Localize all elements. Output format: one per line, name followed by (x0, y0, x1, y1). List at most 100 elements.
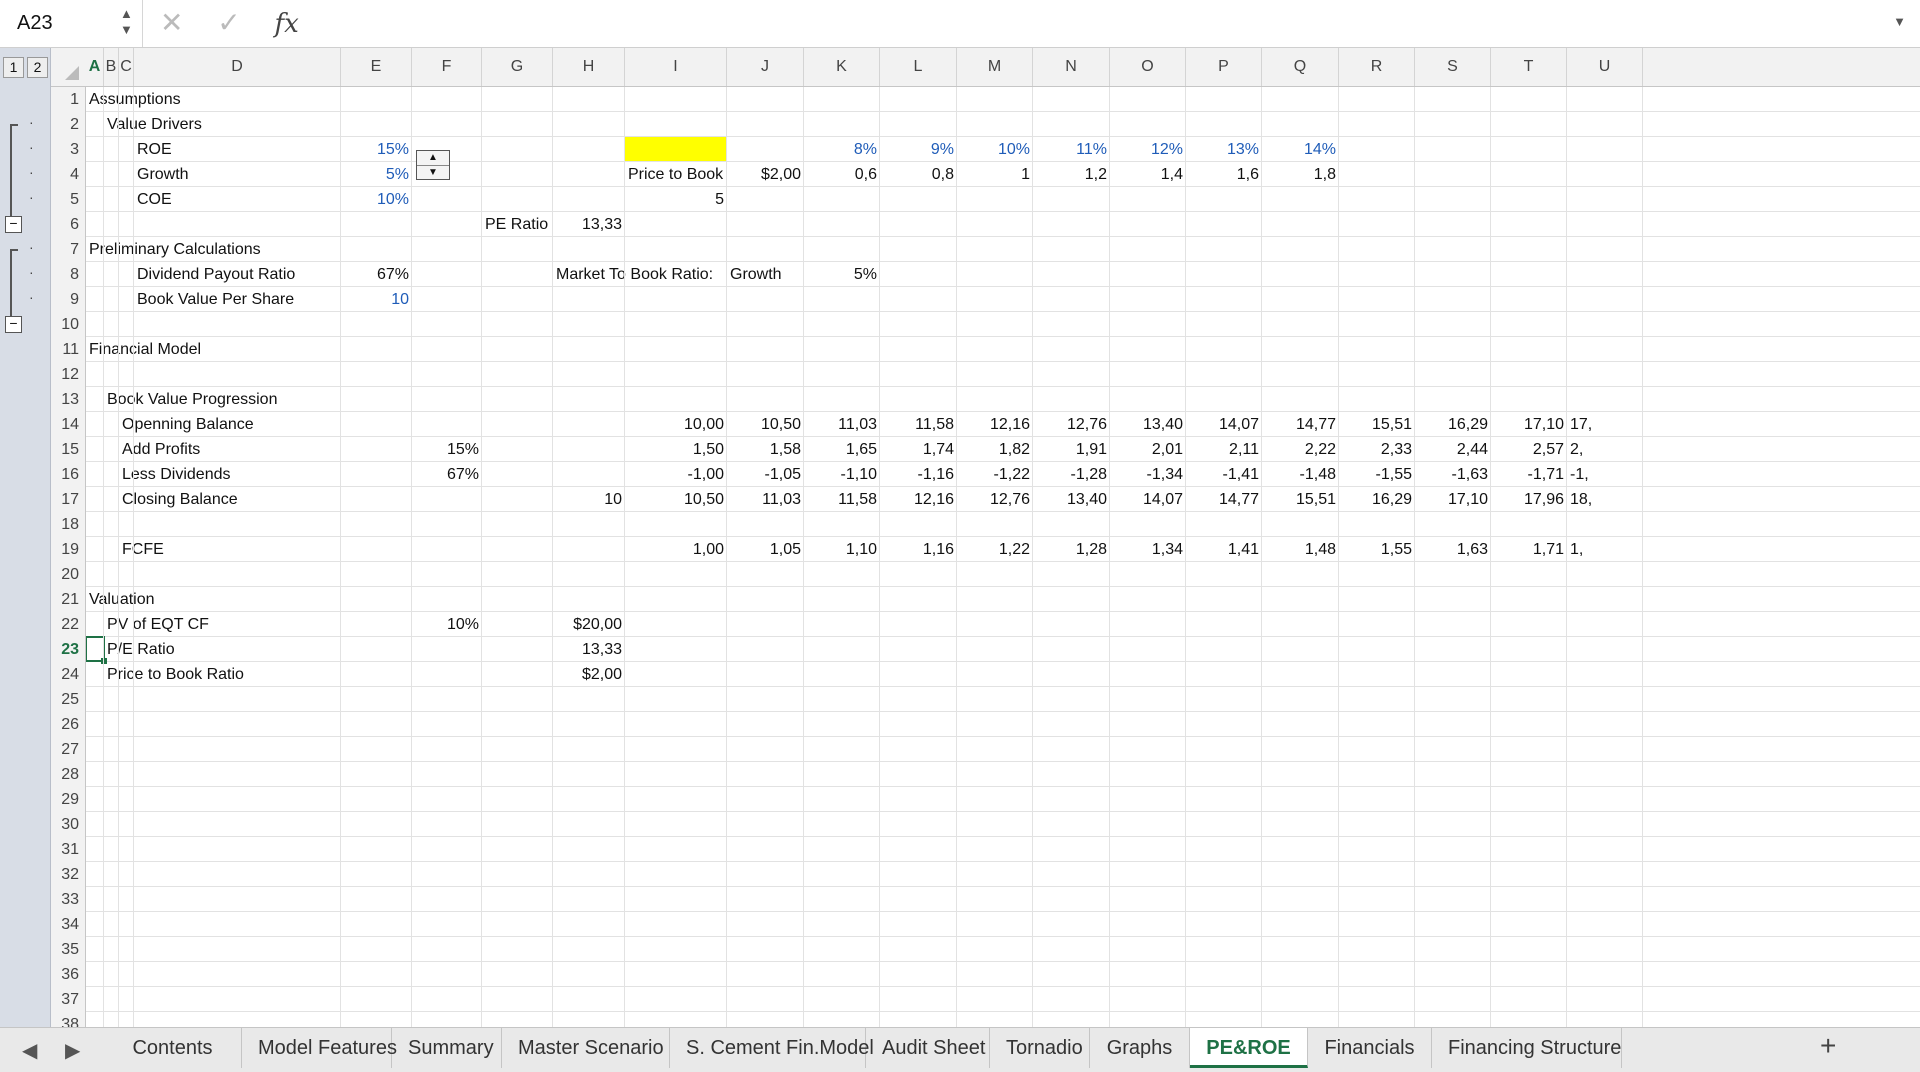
cell-c17[interactable]: Closing Balance (119, 487, 241, 512)
row-header-3[interactable]: 3 (51, 137, 85, 162)
cell-a7[interactable]: Preliminary Calculations (86, 237, 264, 262)
row-header-9[interactable]: 9 (51, 287, 85, 312)
cell-b22[interactable]: PV of EQT CF (104, 612, 212, 637)
cell-t16[interactable]: -1,71 (1491, 462, 1567, 487)
column-header-h[interactable]: H (553, 48, 625, 86)
row-header-5[interactable]: 5 (51, 187, 85, 212)
column-header-d[interactable]: D (134, 48, 341, 86)
sheet-tab-tornadio[interactable]: Tornadio (990, 1028, 1090, 1068)
collapse-group-icon[interactable]: − (5, 316, 22, 333)
row-header-38[interactable]: 38 (51, 1012, 85, 1027)
cell-q19[interactable]: 1,48 (1262, 537, 1339, 562)
row-header-20[interactable]: 20 (51, 562, 85, 587)
row-header-25[interactable]: 25 (51, 687, 85, 712)
cell-o17[interactable]: 14,07 (1110, 487, 1186, 512)
sheet-tab-financials[interactable]: Financials (1308, 1028, 1432, 1068)
cell-o14[interactable]: 13,40 (1110, 412, 1186, 437)
cell-j17[interactable]: 11,03 (727, 487, 804, 512)
cell-l16[interactable]: -1,16 (880, 462, 957, 487)
column-header-p[interactable]: P (1186, 48, 1262, 86)
cell-j15[interactable]: 1,58 (727, 437, 804, 462)
cell-p14[interactable]: 14,07 (1186, 412, 1262, 437)
column-header-c[interactable]: C (119, 48, 134, 86)
cell-n14[interactable]: 12,76 (1033, 412, 1110, 437)
cell-l19[interactable]: 1,16 (880, 537, 957, 562)
cell-p19[interactable]: 1,41 (1186, 537, 1262, 562)
row-header-16[interactable]: 16 (51, 462, 85, 487)
row-header-10[interactable]: 10 (51, 312, 85, 337)
cell-t19[interactable]: 1,71 (1491, 537, 1567, 562)
cell-j16[interactable]: -1,05 (727, 462, 804, 487)
highlighted-cell[interactable] (625, 137, 726, 161)
cell-s14[interactable]: 16,29 (1415, 412, 1491, 437)
prev-sheet-icon[interactable]: ◀ (22, 1040, 37, 1062)
cell-o3[interactable]: 12% (1110, 137, 1186, 162)
cell-s16[interactable]: -1,63 (1415, 462, 1491, 487)
cell-e5[interactable]: 10% (341, 187, 412, 212)
cell-g6[interactable]: PE Ratio (482, 212, 551, 237)
cell-d4[interactable]: Growth (134, 162, 192, 187)
cell-h22[interactable]: $20,00 (553, 612, 625, 637)
column-header-b[interactable]: B (104, 48, 119, 86)
sheet-tab-model-features[interactable]: Model Features (242, 1028, 397, 1068)
cell-q14[interactable]: 14,77 (1262, 412, 1339, 437)
row-header-17[interactable]: 17 (51, 487, 85, 512)
cell-m3[interactable]: 10% (957, 137, 1033, 162)
row-header-2[interactable]: 2 (51, 112, 85, 137)
sheet-tab-graphs[interactable]: Graphs (1090, 1028, 1190, 1068)
add-sheet-icon[interactable]: + (1820, 1030, 1836, 1062)
cell-k14[interactable]: 11,03 (804, 412, 880, 437)
cancel-icon[interactable]: ✕ (160, 6, 183, 39)
sheet-tab-contents[interactable]: Contents (104, 1028, 242, 1068)
column-header-n[interactable]: N (1033, 48, 1110, 86)
column-header-g[interactable]: G (482, 48, 553, 86)
row-header-37[interactable]: 37 (51, 987, 85, 1012)
outline-level-2-button[interactable]: 2 (27, 57, 48, 78)
formula-input[interactable] (300, 0, 1880, 47)
row-header-4[interactable]: 4 (51, 162, 85, 187)
column-header-e[interactable]: E (341, 48, 412, 86)
row-header-19[interactable]: 19 (51, 537, 85, 562)
column-header-o[interactable]: O (1110, 48, 1186, 86)
cell-u17[interactable]: 18, (1567, 487, 1595, 512)
cell-e9[interactable]: 10 (341, 287, 412, 312)
column-header-i[interactable]: I (625, 48, 727, 86)
enter-icon[interactable]: ✓ (217, 6, 240, 39)
row-header-12[interactable]: 12 (51, 362, 85, 387)
row-header-30[interactable]: 30 (51, 812, 85, 837)
select-all-corner[interactable] (51, 48, 85, 86)
cell-n19[interactable]: 1,28 (1033, 537, 1110, 562)
cell-t15[interactable]: 2,57 (1491, 437, 1567, 462)
cell-l17[interactable]: 12,16 (880, 487, 957, 512)
next-sheet-icon[interactable]: ▶ (65, 1040, 80, 1062)
cell-q16[interactable]: -1,48 (1262, 462, 1339, 487)
sheet-tab-pe-roe[interactable]: PE&ROE (1190, 1028, 1308, 1068)
spin-button-control[interactable]: ▲ ▼ (416, 150, 450, 180)
cell-u14[interactable]: 17, (1567, 412, 1595, 437)
column-header-l[interactable]: L (880, 48, 957, 86)
cell-t17[interactable]: 17,96 (1491, 487, 1567, 512)
cell-j8[interactable]: Growth (727, 262, 785, 287)
cell-p15[interactable]: 2,11 (1186, 437, 1262, 462)
cell-t14[interactable]: 17,10 (1491, 412, 1567, 437)
cell-c19[interactable]: FCFE (119, 537, 167, 562)
cell-m14[interactable]: 12,16 (957, 412, 1033, 437)
row-header-26[interactable]: 26 (51, 712, 85, 737)
cell-k15[interactable]: 1,65 (804, 437, 880, 462)
row-header-32[interactable]: 32 (51, 862, 85, 887)
row-header-28[interactable]: 28 (51, 762, 85, 787)
column-header-u[interactable]: U (1567, 48, 1643, 86)
cell-i16[interactable]: -1,00 (625, 462, 727, 487)
cell-a21[interactable]: Valuation (86, 587, 158, 612)
cell-d5[interactable]: COE (134, 187, 175, 212)
row-header-14[interactable]: 14 (51, 412, 85, 437)
cell-o15[interactable]: 2,01 (1110, 437, 1186, 462)
row-header-24[interactable]: 24 (51, 662, 85, 687)
cell-k3[interactable]: 8% (804, 137, 880, 162)
cell-j14[interactable]: 10,50 (727, 412, 804, 437)
cell-a1[interactable]: Assumptions (86, 87, 184, 112)
cell-b13[interactable]: Book Value Progression (104, 387, 280, 412)
cell-n17[interactable]: 13,40 (1033, 487, 1110, 512)
sheet-tab-master-scenario[interactable]: Master Scenario (502, 1028, 670, 1068)
cell-e4[interactable]: 5% (341, 162, 412, 187)
